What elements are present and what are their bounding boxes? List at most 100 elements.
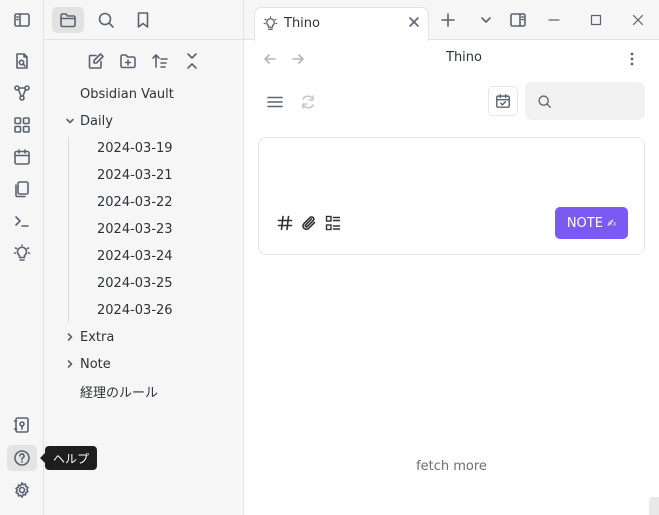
file-label: 2024-03-25 <box>97 275 173 291</box>
canvas-button[interactable] <box>7 112 37 138</box>
close-tab-button[interactable] <box>404 12 424 32</box>
folder-extra[interactable]: Extra <box>64 324 114 350</box>
more-vertical-icon <box>630 52 634 66</box>
navigate-forward-button[interactable] <box>288 49 308 69</box>
file-item[interactable]: 2024-03-19 <box>97 135 173 161</box>
writing-hand-icon: ✍ <box>606 216 617 230</box>
close-icon <box>632 14 644 26</box>
tree-indent-guide <box>68 137 69 322</box>
file-label: 2024-03-19 <box>97 140 173 156</box>
maximize-window-button[interactable] <box>582 7 610 33</box>
settings-gear-icon <box>15 482 29 498</box>
file-item[interactable]: 2024-03-21 <box>97 162 173 188</box>
tab-bar: Thino <box>244 0 659 41</box>
collapse-all-icon <box>187 53 197 69</box>
file-item[interactable]: 2024-03-22 <box>97 189 173 215</box>
fetch-more-link[interactable]: fetch more <box>374 459 529 474</box>
folder-daily[interactable]: Daily <box>64 108 113 134</box>
command-palette-button[interactable] <box>7 208 37 234</box>
tag-button[interactable] <box>275 213 295 233</box>
view-header: Thino <box>244 40 659 76</box>
new-note-icon <box>88 53 104 69</box>
tab-files[interactable] <box>52 7 84 33</box>
files-folder-icon <box>60 13 76 28</box>
refresh-button[interactable] <box>297 91 319 113</box>
navigate-back-button[interactable] <box>260 49 280 69</box>
collapse-all-button[interactable] <box>179 48 205 74</box>
hamburger-menu-icon <box>267 96 283 108</box>
chevron-right-icon <box>67 333 73 341</box>
vault-switcher-icon <box>13 417 29 433</box>
file-explorer-actions <box>44 48 244 74</box>
right-sidebar-toggle-icon <box>510 13 526 27</box>
tab-thino[interactable]: Thino <box>254 7 429 41</box>
chevron-down-icon <box>66 118 74 124</box>
file-item[interactable]: 経理のルール <box>80 378 158 404</box>
toggle-left-sidebar-button[interactable] <box>8 7 36 33</box>
file-item[interactable]: 2024-03-25 <box>97 270 173 296</box>
save-note-button[interactable]: NOTE ✍ <box>555 207 628 239</box>
new-folder-icon <box>120 54 136 69</box>
tab-bookmarks[interactable] <box>127 7 159 33</box>
daily-note-button[interactable] <box>7 144 37 170</box>
tooltip-label: ヘルプ <box>53 451 90 466</box>
tab-search[interactable] <box>90 7 122 33</box>
help-icon <box>14 450 30 466</box>
ribbon <box>0 0 44 515</box>
file-item[interactable]: 2024-03-23 <box>97 216 173 242</box>
sort-button[interactable] <box>147 48 173 74</box>
folder-label: Extra <box>80 329 115 345</box>
open-quick-switcher-icon <box>16 53 28 69</box>
help-tooltip: ヘルプ <box>39 446 98 470</box>
thino-lightbulb-icon <box>13 244 31 261</box>
close-window-button[interactable] <box>624 7 652 33</box>
thino-toolbar <box>244 78 659 124</box>
templates-button[interactable] <box>7 176 37 202</box>
arrow-left-icon <box>264 54 276 64</box>
chevron-right-icon <box>67 360 73 368</box>
bookmarks-icon <box>137 12 149 28</box>
vault-name[interactable]: Obsidian Vault <box>80 81 174 107</box>
file-label: 2024-03-23 <box>97 221 173 237</box>
new-note-button[interactable] <box>83 48 109 74</box>
plus-icon <box>441 13 455 27</box>
tab-list-button[interactable] <box>472 7 500 33</box>
thino-button[interactable] <box>7 240 37 266</box>
settings-button[interactable] <box>7 477 37 503</box>
paperclip-icon <box>302 216 316 231</box>
quick-switcher-button[interactable] <box>7 48 37 74</box>
canvas-icon <box>14 117 30 133</box>
sort-icon <box>152 54 168 68</box>
file-item[interactable]: 2024-03-26 <box>97 297 173 323</box>
new-folder-button[interactable] <box>115 48 141 74</box>
command-palette-icon <box>15 216 29 227</box>
tab-label: Thino <box>284 16 320 31</box>
help-button[interactable] <box>7 445 37 471</box>
file-label: 経理のルール <box>80 385 159 401</box>
toggle-right-sidebar-button[interactable] <box>504 7 532 33</box>
daily-notes-calendar-button[interactable] <box>488 86 518 116</box>
arrow-right-icon <box>292 54 304 64</box>
vault-switcher-button[interactable] <box>7 412 37 438</box>
sidebar-toggle-icon <box>14 13 30 27</box>
templates-icon <box>15 181 29 198</box>
daily-note-calendar-icon <box>14 149 30 165</box>
minimize-window-button[interactable] <box>540 7 568 33</box>
folder-note[interactable]: Note <box>64 351 111 377</box>
window-resize-grip[interactable] <box>649 497 659 515</box>
attach-file-button[interactable] <box>299 213 319 233</box>
checklist-button[interactable] <box>323 213 343 233</box>
vault-name-label: Obsidian Vault <box>80 86 174 102</box>
graph-view-icon <box>14 85 30 101</box>
folder-label: Note <box>80 356 111 372</box>
refresh-icon <box>302 95 314 109</box>
file-label: 2024-03-21 <box>97 167 173 183</box>
graph-view-button[interactable] <box>7 80 37 106</box>
more-options-button[interactable] <box>622 49 642 69</box>
chevron-down-icon <box>481 17 491 23</box>
thino-search-input[interactable] <box>525 82 645 120</box>
memo-editor[interactable]: NOTE ✍ <box>258 137 645 255</box>
thino-menu-button[interactable] <box>264 91 286 113</box>
file-item[interactable]: 2024-03-24 <box>97 243 173 269</box>
new-tab-button[interactable] <box>434 7 462 33</box>
